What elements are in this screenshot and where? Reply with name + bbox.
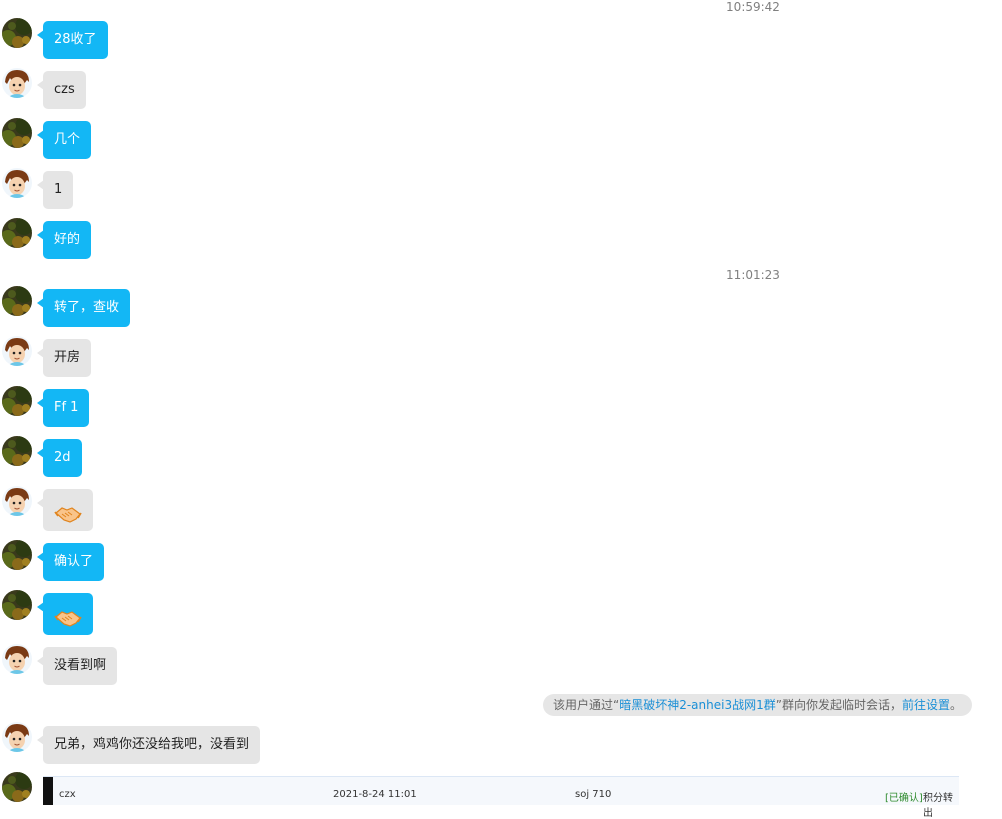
avatar-self[interactable] xyxy=(2,286,32,316)
notice-prefix: 该用户通过“ xyxy=(553,698,620,712)
message-bubble-self: 好的 xyxy=(36,221,92,259)
strip-status: [已确认] xyxy=(885,793,923,804)
group-link[interactable]: 暗黑破坏神2-anhei3战网1群 xyxy=(619,698,776,712)
avatar-other[interactable] xyxy=(2,68,32,98)
avatar-other[interactable] xyxy=(2,644,32,674)
message-bubble-self: 28收了 xyxy=(37,21,108,59)
message-bubble-self: 确认了 xyxy=(36,543,105,581)
avatar-other[interactable] xyxy=(2,168,32,198)
avatar-self[interactable] xyxy=(2,590,32,620)
message-text: 没看到啊 xyxy=(54,658,107,673)
settings-link[interactable]: 前往设置 xyxy=(902,698,950,712)
message-text: 兄弟，鸡鸡你还没给我吧，没看到 xyxy=(54,737,250,752)
handshake-emoji-icon xyxy=(54,500,82,523)
avatar-self[interactable] xyxy=(2,386,32,416)
avatar-self[interactable] xyxy=(2,118,32,148)
message-text: czs xyxy=(54,82,75,97)
message-bubble-other: 1 xyxy=(36,171,74,209)
message-bubble-self: Ff 1 xyxy=(36,389,90,427)
timestamp: 10:59:42 xyxy=(726,0,780,14)
message-bubble-other: 兄弟，鸡鸡你还没给我吧，没看到 xyxy=(36,726,261,764)
message-bubble-self: 几个 xyxy=(36,121,92,159)
message-bubble-other: 没看到啊 xyxy=(36,647,118,685)
avatar-self[interactable] xyxy=(2,218,32,248)
message-text: 几个 xyxy=(54,132,81,147)
handshake-emoji-icon xyxy=(54,604,82,627)
message-text: 2d xyxy=(54,450,71,465)
avatar-other[interactable] xyxy=(2,722,32,752)
message-text: 好的 xyxy=(54,232,81,247)
avatar-self[interactable] xyxy=(2,540,32,570)
notice-middle: ”群向你发起临时会话， xyxy=(775,698,902,712)
strip-item: soj 710 xyxy=(575,789,612,800)
avatar-self[interactable] xyxy=(2,436,32,466)
timestamp: 11:01:23 xyxy=(726,268,780,282)
strip-user: czx xyxy=(59,789,76,800)
image-message[interactable]: czx 2021-8-24 11:01 soj 710 [已确认] 积分转出 xyxy=(43,776,959,819)
message-bubble-self: 转了，查收 xyxy=(36,289,131,327)
message-text: 确认了 xyxy=(54,554,94,569)
message-text: 开房 xyxy=(54,350,81,365)
message-bubble-self xyxy=(37,593,93,635)
avatar-self[interactable] xyxy=(2,18,32,48)
message-bubble-self: 2d xyxy=(37,439,82,477)
strip-datetime: 2021-8-24 11:01 xyxy=(333,789,417,800)
system-notice: 该用户通过“暗黑破坏神2-anhei3战网1群”群向你发起临时会话，前往设置。 xyxy=(543,694,972,716)
message-text: 1 xyxy=(54,182,63,197)
avatar-other[interactable] xyxy=(2,336,32,366)
message-bubble-other: 开房 xyxy=(36,339,92,377)
strip-note: 积分转出 xyxy=(923,793,953,819)
message-bubble-other xyxy=(37,489,93,531)
message-text: 转了，查收 xyxy=(54,300,120,315)
avatar-self[interactable] xyxy=(2,772,32,802)
avatar-other[interactable] xyxy=(2,486,32,516)
notice-suffix: 。 xyxy=(949,698,962,712)
message-bubble-other: czs xyxy=(37,71,86,109)
image-edge xyxy=(43,777,53,805)
message-text: 28收了 xyxy=(54,32,97,47)
message-text: Ff 1 xyxy=(54,400,79,415)
